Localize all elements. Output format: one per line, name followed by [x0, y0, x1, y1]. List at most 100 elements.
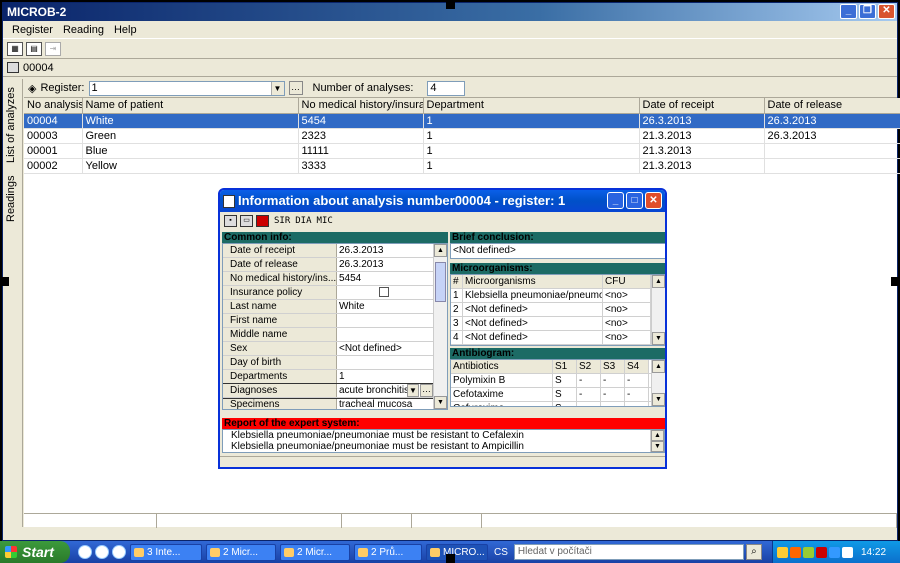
info-row[interactable]: Insurance policy — [223, 286, 447, 300]
info-value[interactable]: <Not defined> — [337, 342, 433, 355]
micro-row[interactable]: 2 <Not defined> <no> — [451, 303, 665, 317]
mic-button[interactable]: MIC — [317, 216, 333, 226]
scroll-up-icon[interactable]: ▲ — [434, 244, 447, 257]
antibiogram-row[interactable]: Cefotaxime S - - - — [451, 388, 665, 402]
register-select[interactable]: 1 ▼ — [88, 80, 285, 96]
info-row[interactable]: Last name White — [223, 300, 447, 314]
print-icon[interactable]: ▭ — [240, 215, 253, 227]
table-view-icon[interactable]: ▦ — [7, 41, 23, 56]
info-value[interactable]: White — [337, 300, 433, 313]
media-icon[interactable] — [95, 545, 109, 559]
col-release[interactable]: Date of release — [764, 98, 900, 114]
tray-icon[interactable] — [829, 546, 840, 558]
micro-row[interactable]: 3 <Not defined> <no> — [451, 317, 665, 331]
info-row[interactable]: Day of birth — [223, 356, 447, 370]
diagnoses-more-button[interactable]: … — [420, 384, 433, 397]
info-row[interactable]: Date of receipt 26.3.2013 — [223, 244, 447, 258]
scroll-down-icon[interactable]: ▼ — [652, 393, 665, 406]
scroll-thumb[interactable] — [435, 262, 446, 302]
scroll-up-icon[interactable]: ▲ — [652, 360, 665, 373]
dialog-maximize-button[interactable]: □ — [626, 192, 643, 209]
table-row[interactable]: 00001 Blue 11111 1 21.3.2013 — [24, 143, 900, 159]
maximize-button[interactable]: ❐ — [859, 4, 876, 19]
chevron-down-icon[interactable]: ▼ — [407, 384, 419, 397]
tray-icon[interactable] — [790, 546, 801, 558]
info-row[interactable]: Departments 1 — [223, 370, 447, 384]
col-department[interactable]: Department — [423, 98, 640, 114]
start-button[interactable]: Start — [0, 541, 70, 563]
info-value[interactable]: 26.3.2013 — [337, 258, 433, 271]
col-receipt[interactable]: Date of receipt — [639, 98, 765, 114]
menu-reading[interactable]: Reading — [58, 24, 109, 36]
antibiogram-scrollbar[interactable]: ▲ ▼ — [651, 360, 665, 406]
info-value[interactable]: 26.3.2013 — [337, 244, 433, 257]
dialog-close-button[interactable]: ✕ — [645, 192, 662, 209]
taskbar-search-input[interactable]: Hledat v počítači — [513, 544, 744, 560]
task-button[interactable]: 2 Prů... — [354, 543, 422, 561]
expert-scrollbar[interactable]: ▲ ▼ — [650, 430, 664, 452]
info-row[interactable]: Diagnoses acute bronchitis ▼… — [223, 383, 447, 399]
tray-icon[interactable] — [777, 546, 788, 558]
register-more-button[interactable]: … — [288, 81, 303, 95]
search-icon[interactable]: ⌕ — [745, 544, 762, 560]
table-row[interactable]: 00003 Green 2323 1 21.3.2013 26.3.2013 — [24, 128, 900, 144]
task-button[interactable]: 2 Micr... — [206, 543, 276, 561]
form-view-icon[interactable]: ▤ — [26, 41, 42, 56]
info-value[interactable]: acute bronchitis ▼… — [337, 384, 433, 397]
micro-scrollbar[interactable]: ▲ ▼ — [651, 275, 665, 345]
micro-row[interactable]: 1 Klebsiella pneumoniae/pneumor <no> — [451, 289, 665, 303]
table-row[interactable]: 00002 Yellow 3333 1 21.3.2013 — [24, 158, 900, 174]
antibiogram-row[interactable]: CefuroximeS--- — [451, 402, 665, 406]
col-no-analysis[interactable]: No analysis — [24, 98, 83, 114]
common-info-scrollbar[interactable]: ▲ ▼ — [433, 244, 447, 409]
save-icon[interactable]: ▪ — [224, 215, 237, 227]
dia-button[interactable]: DIA — [295, 216, 311, 226]
info-row[interactable]: No medical history/ins... 5454 — [223, 272, 447, 286]
minimize-button[interactable]: _ — [840, 4, 857, 19]
info-value[interactable]: 1 — [337, 370, 433, 383]
info-row[interactable]: First name — [223, 314, 447, 328]
info-value[interactable] — [337, 286, 433, 299]
info-row[interactable]: Date of release 26.3.2013 — [223, 258, 447, 272]
expert-report-box[interactable]: Klebsiella pneumoniae/pneumoniae must be… — [222, 429, 665, 453]
chevron-down-icon[interactable]: ▼ — [270, 81, 284, 95]
info-row[interactable]: Sex <Not defined> — [223, 342, 447, 356]
antibiogram-row[interactable]: Polymixin BS--- — [451, 374, 665, 388]
menu-register[interactable]: Register — [7, 24, 58, 36]
scroll-down-icon[interactable]: ▼ — [652, 332, 665, 345]
sir-button[interactable]: SIR — [274, 216, 290, 226]
tray-icon[interactable] — [816, 546, 827, 558]
info-value[interactable] — [337, 356, 433, 369]
table-row[interactable]: 00004 White 5454 1 26.3.2013 26.3.2013 — [24, 113, 900, 129]
col-name[interactable]: Name of patient — [82, 98, 299, 114]
tray-icon[interactable] — [803, 546, 814, 558]
scroll-up-icon[interactable]: ▲ — [651, 430, 664, 441]
language-indicator[interactable]: CS — [494, 547, 508, 558]
browser-icon[interactable] — [78, 545, 92, 559]
info-value[interactable]: 5454 — [337, 272, 433, 285]
delete-icon[interactable] — [256, 215, 269, 227]
dialog-minimize-button[interactable]: _ — [607, 192, 624, 209]
info-value[interactable] — [337, 314, 433, 327]
menu-help[interactable]: Help — [109, 24, 142, 36]
info-row[interactable]: Middle name — [223, 328, 447, 342]
col-history[interactable]: No medical history/insuran... — [298, 98, 424, 114]
disabled-tool-icon[interactable]: ⇥ — [45, 41, 61, 56]
task-button[interactable]: 2 Micr... — [280, 543, 350, 561]
task-button[interactable]: 3 Inte... — [130, 543, 202, 561]
info-value[interactable] — [337, 328, 433, 341]
tab-list-of-analyzes[interactable]: List of analyzes — [5, 83, 21, 167]
tray-icon[interactable] — [842, 546, 853, 558]
micro-row[interactable]: 4 <Not defined> <no> — [451, 331, 665, 345]
close-button[interactable]: ✕ — [878, 4, 895, 19]
scroll-down-icon[interactable]: ▼ — [651, 441, 664, 452]
task-button-active[interactable]: MICRO... — [426, 543, 488, 561]
chrome-icon[interactable] — [112, 545, 126, 559]
brief-conclusion-box[interactable]: <Not defined> — [450, 243, 665, 259]
info-row[interactable]: Specimens tracheal mucosa — [223, 398, 447, 409]
scroll-down-icon[interactable]: ▼ — [434, 396, 447, 409]
info-value[interactable]: tracheal mucosa — [337, 398, 433, 409]
insurance-checkbox[interactable] — [379, 287, 389, 297]
scroll-up-icon[interactable]: ▲ — [652, 275, 665, 288]
tab-readings[interactable]: Readings — [5, 173, 21, 225]
